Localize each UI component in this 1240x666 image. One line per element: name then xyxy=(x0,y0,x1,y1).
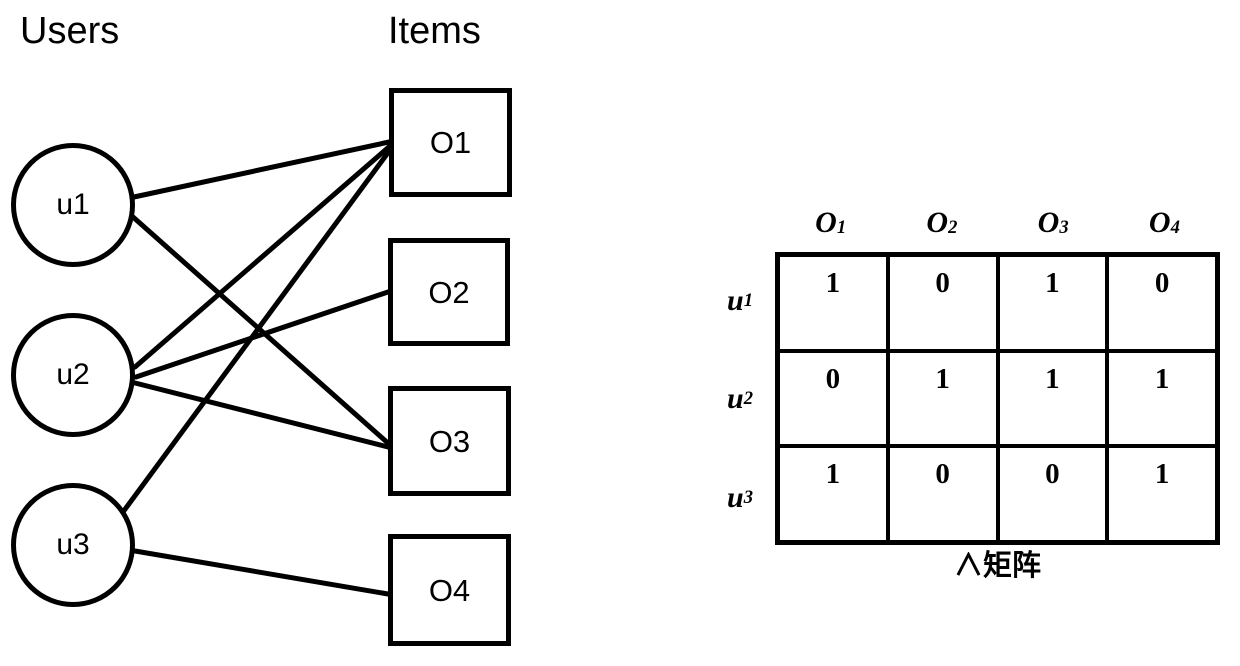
header-subscript: 1 xyxy=(743,289,753,311)
header-base: u xyxy=(727,382,744,416)
header-subscript: 2 xyxy=(948,217,958,239)
users-column-header: Users xyxy=(20,10,120,52)
matrix-row: 1010 xyxy=(780,257,1215,353)
item-node-o1[interactable]: O1 xyxy=(389,88,512,197)
matrix-column-header-o3: O3 xyxy=(998,180,1109,238)
matrix-cell-r3-c3: 0 xyxy=(1000,448,1110,541)
graph-edge-u3-o4 xyxy=(132,548,391,597)
matrix-cell-r1-c2: 0 xyxy=(890,257,1000,349)
header-subscript: 4 xyxy=(1170,217,1180,239)
items-column-header: Items xyxy=(388,10,481,52)
matrix-cell-r3-c1: 1 xyxy=(780,448,890,541)
matrix-cell-r2-c1: 0 xyxy=(780,352,890,445)
header-subscript: 1 xyxy=(836,217,847,239)
item-node-label: O4 xyxy=(428,572,471,608)
item-node-o3[interactable]: O3 xyxy=(388,386,511,496)
matrix-row: 1001 xyxy=(780,448,1215,541)
matrix-cell-r2-c4: 1 xyxy=(1154,362,1170,395)
item-node-o4[interactable]: O4 xyxy=(388,534,511,646)
graph-edge-u1-o3 xyxy=(130,214,392,447)
matrix-row: 0111 xyxy=(780,352,1215,449)
graph-edge-u1-o1 xyxy=(131,139,392,200)
matrix-caption: ∧矩阵 xyxy=(953,550,1041,582)
matrix-cell-r3-c2: 0 xyxy=(890,448,1000,541)
header-base: u xyxy=(727,480,744,514)
matrix-cell-r3-c4: 1 xyxy=(1154,458,1170,491)
user-node-label: u2 xyxy=(56,358,90,391)
matrix-body: u1u2u3 101001111001 xyxy=(680,252,1220,547)
matrix-row-label-column: u1u2u3 xyxy=(680,252,775,547)
graph-edge-u3-o1 xyxy=(120,147,393,515)
matrix-column-header-o2: O2 xyxy=(886,180,997,238)
header-subscript: 3 xyxy=(743,486,753,508)
user-node-u1[interactable]: u1 xyxy=(11,143,135,267)
adjacency-matrix: O1O2O3O4 u1u2u3 101001111001 ∧矩阵 xyxy=(680,180,1240,620)
matrix-cell-r2-c2: 1 xyxy=(890,352,1000,445)
header-base: O xyxy=(1148,206,1171,239)
matrix-column-header-row: O1O2O3O4 xyxy=(775,180,1220,238)
header-subscript: 3 xyxy=(1059,217,1069,239)
matrix-cell-r1-c4: 0 xyxy=(1154,267,1170,299)
header-base: O xyxy=(1037,206,1060,239)
header-base: O xyxy=(926,206,949,239)
matrix-cell-r1-c3: 1 xyxy=(1000,257,1110,349)
item-node-label: O2 xyxy=(428,274,470,310)
item-node-o2[interactable]: O2 xyxy=(388,238,510,346)
item-node-label: O1 xyxy=(429,125,472,160)
matrix-cell-r2-c3: 1 xyxy=(1000,352,1110,445)
user-node-label: u1 xyxy=(56,188,90,221)
item-node-label: O3 xyxy=(428,423,471,459)
matrix-row-header-u1: u1 xyxy=(680,252,775,350)
matrix-row-header-u2: u2 xyxy=(680,350,775,448)
header-base: u xyxy=(727,284,744,318)
matrix-row-header-u3: u3 xyxy=(680,449,775,547)
matrix-grid: 101001111001 xyxy=(775,252,1220,545)
matrix-cell-r1-c1: 1 xyxy=(780,257,890,349)
graph-edge-u2-o3 xyxy=(132,380,391,450)
user-node-label: u3 xyxy=(56,528,90,561)
user-node-u3[interactable]: u3 xyxy=(11,483,135,607)
header-base: O xyxy=(815,206,837,239)
user-node-u2[interactable]: u2 xyxy=(11,313,135,437)
matrix-column-header-o1: O1 xyxy=(775,180,886,238)
header-subscript: 2 xyxy=(743,388,753,410)
matrix-column-header-o4: O4 xyxy=(1109,180,1220,238)
